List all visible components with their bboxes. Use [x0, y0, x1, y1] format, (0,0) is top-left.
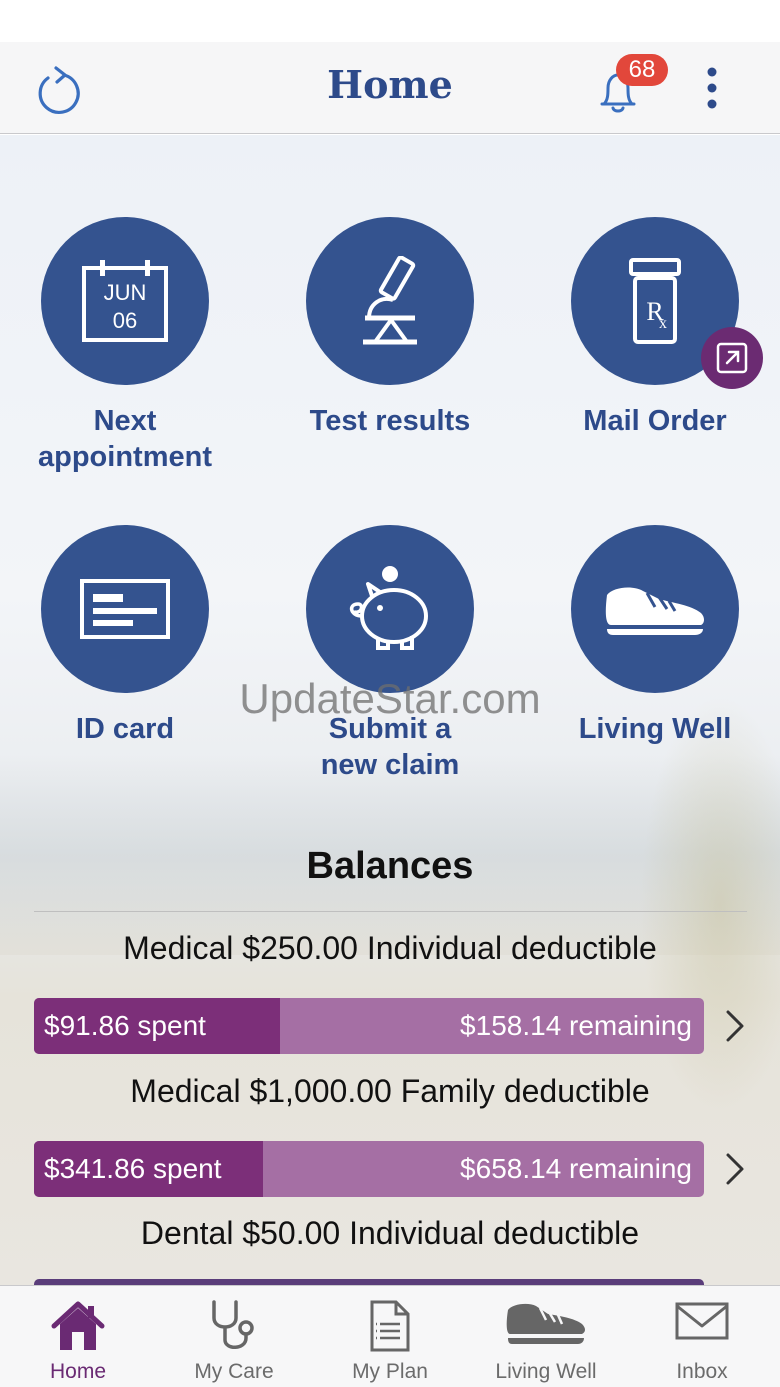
tile-circle — [571, 525, 739, 693]
tab-living-well[interactable]: Living Well — [468, 1286, 624, 1387]
remaining-amount: $158.14 remaining — [460, 1010, 692, 1041]
tile-label-line1: Next — [93, 405, 157, 437]
spent-amount: $91.86 spent — [44, 1010, 206, 1041]
nav-bar: Home 68 — [0, 42, 780, 134]
balances-heading: Balances — [306, 845, 474, 887]
chevron-right-icon[interactable] — [722, 1008, 748, 1044]
deductible-title: Medical $250.00 Individual deductible — [123, 930, 657, 966]
tile-circle: R x — [571, 217, 763, 389]
tile-label: Test results — [309, 405, 471, 437]
sneaker-icon — [605, 587, 704, 635]
tab-label: My Plan — [352, 1360, 428, 1383]
tile-mail-order[interactable]: R x Mail Order — [540, 217, 770, 439]
spent-amount: $341.86 spent — [44, 1153, 222, 1184]
tile-label: Next appointment — [10, 403, 240, 475]
deductible-title: Medical $1,000.00 Family deductible — [130, 1073, 650, 1109]
id-card-icon — [80, 579, 170, 639]
external-link-icon — [716, 342, 748, 374]
deductible-progress-bar[interactable]: $341.86 spent $658.14 remaining — [34, 1141, 704, 1197]
remaining-amount: $658.14 remaining — [460, 1153, 692, 1184]
calendar-month: JUN — [104, 280, 147, 305]
tab-inbox[interactable]: Inbox — [624, 1286, 780, 1387]
tab-my-plan[interactable]: My Plan — [312, 1286, 468, 1387]
tab-label: Inbox — [676, 1360, 728, 1383]
tab-my-care[interactable]: My Care — [156, 1286, 312, 1387]
deductible-progress-bar[interactable]: $91.86 spent $158.14 remaining — [34, 998, 704, 1054]
tile-circle: JUN 06 — [41, 217, 209, 385]
home-icon — [51, 1301, 105, 1350]
tile-label-line2: appointment — [38, 441, 212, 473]
tile-circle — [306, 217, 474, 385]
tile-circle — [41, 525, 209, 693]
tile-test-results[interactable]: Test results — [275, 217, 505, 439]
document-icon — [370, 1300, 410, 1352]
divider — [34, 911, 747, 912]
calendar-icon: JUN 06 — [82, 260, 168, 342]
calendar-day: 06 — [113, 308, 137, 333]
tile-circle — [306, 525, 474, 693]
envelope-icon — [675, 1302, 729, 1340]
tile-label-line2: new claim — [320, 749, 460, 781]
external-link-badge — [701, 327, 763, 389]
status-bar — [0, 0, 780, 42]
more-options-button[interactable] — [700, 66, 724, 114]
tile-next-appointment[interactable]: JUN 06 Next appointment — [10, 217, 240, 475]
home-content: JUN 06 Next appointment Test results R x… — [0, 135, 780, 1285]
piggy-bank-icon — [349, 566, 428, 650]
svg-text:x: x — [659, 315, 667, 332]
tile-label: Mail Order — [583, 405, 727, 437]
tab-label: Home — [49, 1360, 107, 1383]
tab-label: My Care — [194, 1360, 274, 1383]
tab-bar: Home My Care My Plan Living Well Inbox — [0, 1285, 780, 1387]
deductible-title: Dental $50.00 Individual deductible — [140, 1215, 640, 1251]
tile-submit-claim[interactable]: Submit a new claim — [275, 525, 505, 783]
notification-count-badge: 68 — [616, 54, 668, 86]
prescription-bottle-icon: R x — [629, 258, 681, 344]
tab-home[interactable]: Home — [0, 1286, 156, 1387]
sneaker-icon — [506, 1303, 585, 1344]
tab-label: Living Well — [495, 1360, 597, 1383]
more-vertical-icon — [707, 67, 717, 109]
watermark: UpdateStar.com — [239, 675, 541, 722]
stethoscope-icon — [212, 1300, 254, 1349]
chevron-right-icon[interactable] — [722, 1151, 748, 1187]
microscope-icon — [363, 256, 417, 345]
